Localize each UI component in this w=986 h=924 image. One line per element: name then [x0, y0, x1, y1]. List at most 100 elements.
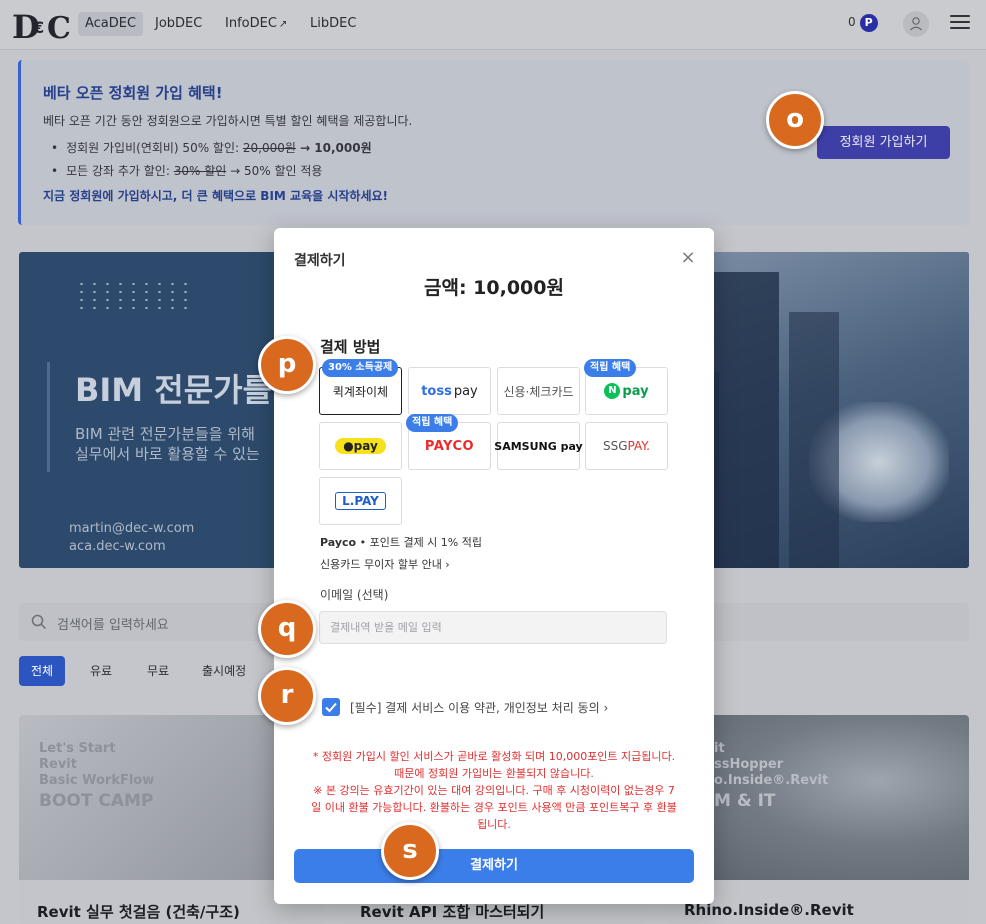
hamburger-menu-icon[interactable] — [950, 15, 970, 33]
points-display[interactable]: 0P — [848, 14, 878, 32]
tosspay-logo-b: pay — [453, 383, 478, 399]
benefit-item-fee: 정회원 가입비(연회비) 50% 할인: 20,000원 → 10,000원 — [51, 139, 372, 156]
hero-description: BIM 관련 전문가분들을 위해 실무에서 바로 활용할 수 있는 — [75, 424, 260, 464]
svg-text:C: C — [47, 11, 70, 42]
nav-infodec[interactable]: InfoDEC ↗ — [218, 12, 294, 36]
annotation-marker-q: q — [258, 600, 316, 658]
samsungpay-logo: SAMSUNG pay — [494, 439, 583, 453]
payment-method-credit-card[interactable]: 신용·체크카드 — [497, 367, 580, 415]
annotation-marker-r: r — [258, 667, 316, 725]
annotation-marker-s: s — [381, 822, 439, 880]
tosspay-logo: toss pay — [409, 368, 490, 414]
hero-accent-bar — [47, 362, 50, 472]
benefit-tag: 30% 소득공제 — [322, 359, 399, 377]
payment-method-title: 결제 방법 — [320, 338, 381, 356]
ssgpay-logo: SSG PAY. — [586, 423, 667, 469]
tosspay-logo-a: toss — [421, 383, 452, 399]
filter-paid[interactable]: 유료 — [78, 656, 124, 686]
nav-jobdec[interactable]: JobDEC — [148, 12, 209, 36]
external-link-icon: ↗ — [278, 19, 288, 30]
payment-method-tosspay[interactable]: toss pay — [408, 367, 491, 415]
payco-point-note: Payco • 포인트 결제 시 1% 적립 — [320, 534, 482, 550]
payco-note-text: • 포인트 결제 시 1% 적립 — [356, 536, 482, 549]
notice-line: ※ 본 강의는 유효기간이 있는 대여 강의입니다. 구매 후 시청이력이 없는… — [313, 784, 675, 797]
hero-contact-email: martin@dec-w.com — [69, 521, 195, 536]
naverpay-logo-text: pay — [622, 383, 649, 399]
payment-method-samsungpay[interactable]: SAMSUNG pay — [494, 422, 583, 470]
ssgpay-logo-b: PAY. — [627, 439, 650, 453]
kakaopay-logo-text: ●pay — [335, 438, 386, 454]
lpay-logo-text: L.PAY — [335, 492, 386, 510]
payment-method-naverpay[interactable]: Npay 적립 혜택 — [584, 359, 668, 415]
hero-contact: martin@dec-w.com aca.dec-w.com — [69, 520, 194, 556]
membership-banner: 베타 오픈 정회원 가입 혜택! 베타 오픈 기간 동안 정회원으로 가입하시면… — [18, 60, 969, 225]
pay-button[interactable]: 결제하기 — [294, 849, 694, 883]
course-title: Revit 실무 첫걸음 (건축/구조) — [37, 903, 240, 921]
annotation-marker-o: o — [766, 91, 824, 149]
benefit-item-course: 모든 강좌 추가 할인: 30% 할인 → 50% 할인 적용 — [51, 162, 372, 179]
points-value: 0 — [848, 15, 856, 29]
payment-amount: 금액: 10,000원 — [424, 277, 564, 299]
filter-free[interactable]: 무료 — [135, 656, 181, 686]
payment-method-quick-transfer[interactable]: 퀵계좌이체 30% 소득공제 — [319, 359, 402, 415]
close-icon[interactable]: × — [678, 248, 698, 268]
payment-method-payco[interactable]: PAYCO 적립 혜택 — [406, 414, 491, 470]
search-icon — [31, 614, 47, 630]
benefit-tag: 적립 혜택 — [406, 414, 459, 432]
card-overlay-line: BOOT CAMP — [39, 791, 154, 811]
card-overlay-line: M & IT — [714, 791, 776, 811]
notice-line: 때문에 정회원 가입비는 환불되지 않습니다. — [394, 767, 594, 780]
nav-infodec-label: InfoDEC — [225, 16, 277, 31]
payco-note-brand: Payco — [320, 536, 357, 549]
card-overlay-line: o.Inside®.Revit — [714, 773, 829, 788]
payment-modal: 결제하기 × 금액: 10,000원 결제 방법 퀵계좌이체 30% 소득공제 … — [274, 228, 714, 904]
banner-benefit-list: 정회원 가입비(연회비) 50% 할인: 20,000원 → 10,000원 모… — [51, 139, 372, 185]
banner-title: 베타 오픈 정회원 가입 혜택! — [43, 84, 223, 102]
top-navigation: D € C AcaDEC JobDEC InfoDEC ↗ LibDEC 0P — [0, 0, 986, 50]
banner-subtitle: 베타 오픈 기간 동안 정회원으로 가입하시면 특별 할인 혜택을 제공합니다. — [43, 114, 413, 128]
user-icon — [910, 17, 922, 31]
benefit-fee-new: → 10,000원 — [295, 141, 372, 155]
card-overlay-text: Let's Start Revit Basic WorkFlow BOOT CA… — [39, 741, 154, 811]
benefit-fee-old: 20,000원 — [242, 141, 296, 155]
installment-guide-link[interactable]: 신용카드 무이자 할부 안내 › — [320, 556, 450, 572]
hero-dot-pattern — [75, 280, 195, 310]
benefit-course-new: → 50% 할인 적용 — [226, 164, 323, 178]
naverpay-n-icon: N — [604, 383, 621, 399]
ssgpay-logo-a: SSG — [602, 439, 628, 453]
hero-building-image — [679, 252, 969, 568]
payment-method-ssgpay[interactable]: SSG PAY. — [585, 422, 668, 470]
svg-text:€: € — [32, 18, 44, 37]
benefit-course-old: 30% 할인 — [173, 164, 227, 178]
hero-title: BIM 전문가를 — [75, 371, 273, 409]
benefit-fee-prefix: 정회원 가입비(연회비) 50% 할인: — [66, 141, 243, 155]
email-input[interactable] — [319, 611, 667, 644]
card-overlay-line: Let's Start — [39, 741, 116, 756]
check-icon — [325, 702, 337, 713]
nav-acadec[interactable]: AcaDEC — [78, 12, 144, 36]
points-badge-icon: P — [859, 14, 878, 32]
card-overlay-line: Revit — [39, 757, 77, 772]
dec-logo[interactable]: D € C — [12, 8, 70, 42]
email-label: 이메일 (선택) — [320, 588, 389, 602]
lpay-logo: L.PAY — [320, 478, 401, 524]
nav-libdec[interactable]: LibDEC — [303, 12, 363, 36]
filter-all[interactable]: 전체 — [19, 656, 66, 686]
payment-method-label: 신용·체크카드 — [503, 384, 574, 399]
join-membership-button[interactable]: 정회원 가입하기 — [817, 126, 950, 159]
hero-desc-line1: BIM 관련 전문가분들을 위해 — [75, 425, 255, 443]
annotation-marker-p: p — [258, 336, 316, 394]
hero-contact-site: aca.dec-w.com — [69, 539, 166, 554]
user-profile-button[interactable] — [903, 11, 929, 37]
payment-method-lpay[interactable]: L.PAY — [319, 477, 402, 525]
terms-agree-checkbox[interactable] — [322, 698, 340, 716]
card-overlay-text: it ssHopper o.Inside®.Revit M & IT — [714, 741, 829, 811]
banner-cta: 지금 정회원에 가입하시고, 더 큰 혜택으로 BIM 교육을 시작하세요! — [43, 189, 389, 203]
hero-desc-line2: 실무에서 바로 활용할 수 있는 — [75, 445, 260, 463]
filter-coming-soon[interactable]: 출시예정 — [190, 656, 258, 686]
notice-line: 됩니다. — [477, 818, 511, 831]
terms-agree-label[interactable]: [필수] 결제 서비스 이용 약관, 개인정보 처리 동의 › — [350, 699, 608, 716]
payment-method-kakaopay[interactable]: ●pay — [319, 422, 402, 470]
search-placeholder: 검색어를 입력하세요 — [57, 618, 169, 633]
benefit-course-prefix: 모든 강좌 추가 할인: — [66, 164, 174, 178]
